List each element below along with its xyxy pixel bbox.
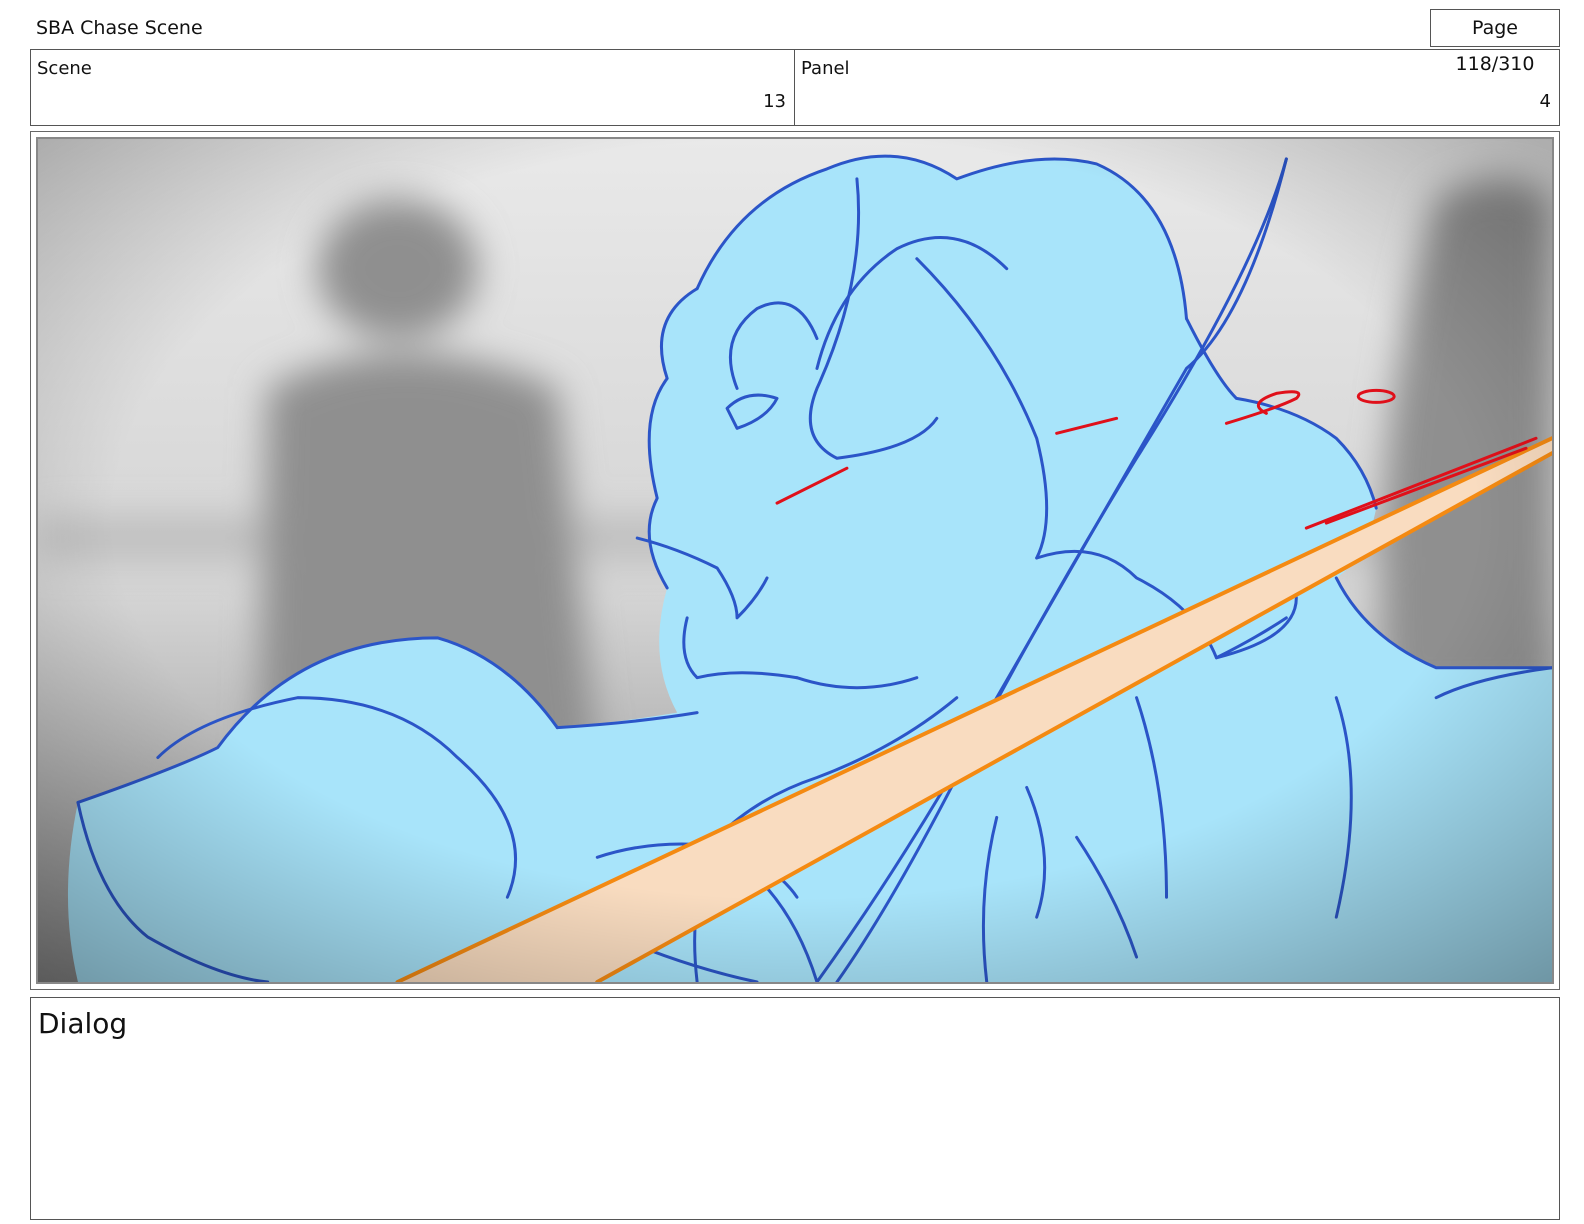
storyboard-sketch-image: [36, 137, 1554, 984]
document-title: SBA Chase Scene: [36, 17, 203, 39]
panel-number: 4: [1539, 91, 1551, 112]
storyboard-frame: [30, 131, 1560, 990]
scene-number: 13: [763, 91, 786, 112]
dialog-label: Dialog: [38, 1007, 128, 1040]
dialog-box: Dialog: [30, 997, 1560, 1220]
scene-label: Scene: [37, 58, 92, 79]
panel-label: Panel: [801, 58, 850, 79]
panel-field: Panel 4: [794, 49, 1560, 126]
page-indicator: Page 118/310: [1430, 9, 1560, 75]
scene-field: Scene 13: [30, 49, 795, 126]
